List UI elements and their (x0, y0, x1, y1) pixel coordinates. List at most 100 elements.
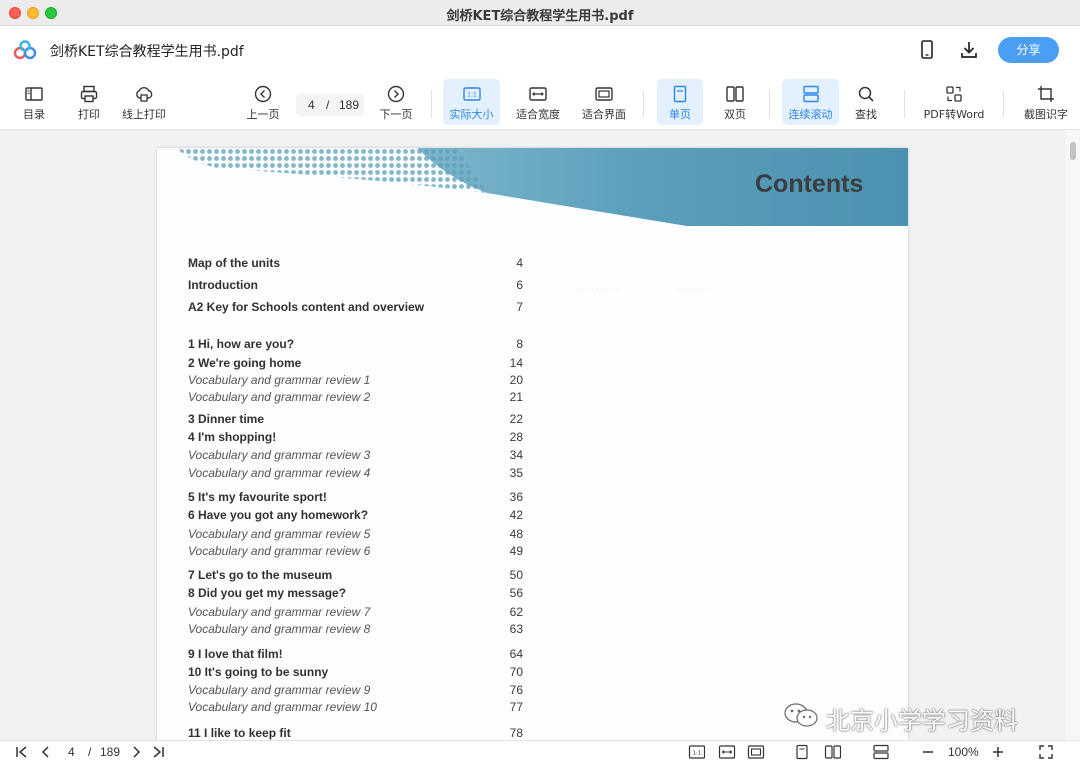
toc-entry: Vocabulary and grammar review 6 49 (188, 544, 523, 562)
toc-button[interactable]: 目录 (14, 79, 54, 125)
next-page-icon[interactable] (128, 744, 144, 760)
svg-text:1:1: 1:1 (693, 751, 702, 757)
toc-entry: Vocabulary and grammar review 1 20 (188, 373, 523, 391)
fit-window-icon (595, 87, 613, 101)
toc-entry-title: Vocabulary and grammar review 10 (188, 700, 377, 714)
toc-entry-page: 50 (509, 568, 523, 582)
toc-entry: Vocabulary and grammar review 9 76 (188, 683, 523, 701)
wechat-icon (784, 703, 818, 727)
svg-text:1:1: 1:1 (467, 92, 477, 99)
fit-width-button[interactable]: 适合宽度 (512, 79, 564, 125)
status-current-page[interactable]: 4 (68, 745, 75, 759)
toc-entry-page: 42 (509, 508, 523, 522)
continuous-scroll-label: 连续滚动 (788, 108, 833, 121)
toc-entry-page: 7 (516, 300, 523, 314)
toc-entry-page: 8 (516, 337, 523, 351)
toolbar-divider (1003, 90, 1004, 118)
toc-entry: 9 I love that film! 64 (188, 647, 523, 665)
fullscreen-icon[interactable] (1038, 744, 1054, 760)
find-label: 查找 (855, 108, 877, 121)
toc-entry-title: 10 It's going to be sunny (188, 665, 329, 679)
prev-page-icon[interactable] (38, 744, 54, 760)
toc-entry: 3 Dinner time 22 (188, 412, 523, 430)
toc-entry-title: 11 I like to keep fit (188, 726, 291, 740)
zoom-in-icon[interactable] (990, 744, 1006, 760)
toc-entry-title: 1 Hi, how are you? (188, 337, 295, 351)
mobile-device-icon[interactable] (916, 39, 938, 61)
document-title: 剑桥KET综合教程学生用书.pdf (50, 44, 244, 60)
arrow-right-circle-icon (387, 85, 405, 103)
double-page-icon (726, 86, 744, 102)
toolbar-divider (769, 90, 770, 118)
page-number-input[interactable]: 4 / 189 (296, 94, 364, 116)
continuous-scroll-icon[interactable] (872, 744, 890, 760)
toc-entry: Introduction 6 (188, 278, 523, 296)
document-viewport[interactable]: Contents · · · · · · · · · · · · · · · ·… (0, 130, 1080, 740)
toc-entry-title: Vocabulary and grammar review 8 (188, 622, 371, 636)
toolbar-divider (904, 90, 905, 118)
double-page-icon[interactable] (824, 744, 842, 760)
double-page-label: 双页 (724, 108, 746, 121)
pdf-page: Contents · · · · · · · · · · · · · · · ·… (157, 148, 908, 740)
toc-entry-page: 56 (509, 586, 523, 600)
toc-entry: Vocabulary and grammar review 2 21 (188, 390, 523, 408)
toc-entry-title: Vocabulary and grammar review 9 (188, 683, 371, 697)
fit-width-icon (529, 87, 547, 101)
vertical-scrollbar[interactable] (1066, 130, 1080, 740)
fit-width-icon[interactable] (718, 744, 736, 760)
fit-window-label: 适合界面 (582, 108, 626, 121)
toc-entry: 8 Did you get my message? 56 (188, 586, 523, 604)
zoom-out-icon[interactable] (920, 744, 936, 760)
toc-entry-page: 36 (509, 490, 523, 504)
print-label: 打印 (78, 108, 100, 121)
prev-page-button[interactable]: 上一页 (243, 79, 283, 125)
toc-entry-title: Vocabulary and grammar review 5 (188, 527, 371, 541)
contents-heading: Contents (755, 170, 864, 198)
toc-entry-title: Vocabulary and grammar review 2 (188, 390, 371, 404)
single-page-button[interactable]: 单页 (657, 79, 703, 125)
toc-entry-page: 49 (509, 544, 523, 558)
single-page-label: 单页 (669, 108, 691, 121)
actual-size-icon[interactable]: 1:1 (688, 744, 706, 760)
first-page-icon[interactable] (14, 744, 30, 760)
single-page-icon[interactable] (794, 744, 810, 760)
ocr-button[interactable]: 截图识字 (1018, 79, 1074, 125)
pdf-to-word-button[interactable]: PDF转Word (918, 79, 990, 125)
crop-icon (1038, 86, 1054, 102)
scrollbar-thumb[interactable] (1070, 142, 1076, 160)
toc-entry: 1 Hi, how are you? 8 (188, 337, 523, 355)
download-icon[interactable] (958, 39, 980, 61)
toc-entry-page: 62 (509, 605, 523, 619)
toc-entry-title: Vocabulary and grammar review 3 (188, 448, 371, 462)
last-page-icon[interactable] (150, 744, 166, 760)
toc-entry-title: 9 I love that film! (188, 647, 283, 661)
double-page-button[interactable]: 双页 (714, 79, 756, 125)
toolbar: 目录 打印 线上打印 上一页 下一页 1:1 实际大小 适合宽度 适合界面 单页… (0, 74, 1080, 130)
cloud-print-icon (136, 87, 153, 102)
toc-entry-title: 3 Dinner time (188, 412, 265, 426)
toc-entry-page: 21 (509, 390, 523, 404)
watermark-text: 北京小学学习资料 (826, 707, 1018, 735)
toc-entry: Vocabulary and grammar review 7 62 (188, 605, 523, 623)
online-print-button[interactable]: 线上打印 (118, 79, 170, 125)
fit-window-icon[interactable] (747, 744, 765, 760)
share-button[interactable]: 分享 (998, 37, 1059, 63)
toc-entry-title: 4 I'm shopping! (188, 430, 277, 444)
sidebar-toc-icon (25, 87, 43, 101)
next-page-button[interactable]: 下一页 (376, 79, 416, 125)
status-total-pages: 189 (100, 745, 121, 759)
toc-entry: Vocabulary and grammar review 5 48 (188, 527, 523, 545)
print-button[interactable]: 打印 (69, 79, 109, 125)
toc-entry-title: Vocabulary and grammar review 7 (188, 605, 371, 619)
find-button[interactable]: 查找 (846, 79, 886, 125)
toc-entry-title: A2 Key for Schools content and overview (188, 300, 425, 314)
continuous-scroll-button[interactable]: 连续滚动 (782, 79, 839, 125)
faint-bleedthrough-text: · · · · · · · (677, 285, 709, 294)
toc-entry-page: 20 (509, 373, 523, 387)
toc-entry: 7 Let's go to the museum 50 (188, 568, 523, 586)
fit-window-button[interactable]: 适合界面 (578, 79, 630, 125)
prev-page-label: 上一页 (246, 108, 280, 121)
toolbar-divider (431, 90, 432, 118)
actual-size-button[interactable]: 1:1 实际大小 (443, 79, 500, 125)
toc-entry-page: 35 (509, 466, 523, 480)
